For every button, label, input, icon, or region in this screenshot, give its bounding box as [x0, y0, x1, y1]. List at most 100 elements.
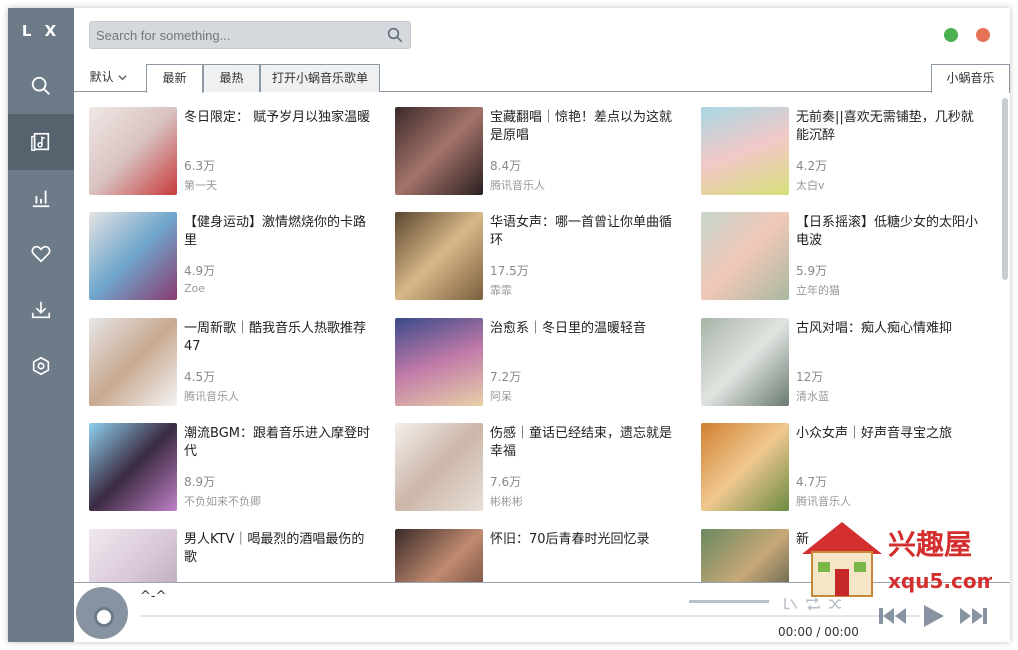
previous-icon[interactable]	[878, 605, 908, 627]
list-item[interactable]: 怀旧：70后青春时光回忆录	[395, 529, 695, 582]
list-item[interactable]: 男人KTV｜喝最烈的酒唱最伤的歌	[89, 529, 389, 582]
play-count: 4.2万	[796, 159, 828, 173]
search-icon[interactable]	[386, 26, 404, 44]
cover-image	[89, 318, 177, 406]
cover-image	[89, 529, 177, 582]
nav-songlist[interactable]	[8, 114, 74, 170]
minimize-button[interactable]	[944, 28, 958, 42]
list-item-title: 【日系摇滚】低糖少女的太阳小电波	[796, 215, 979, 248]
list-item-author: 立年的猫	[796, 284, 840, 297]
tab-source[interactable]: 小蜗音乐	[931, 64, 1010, 93]
list-item-author: Zoe	[184, 282, 206, 295]
play-count: 8.9万	[184, 475, 216, 489]
cover-image	[89, 423, 177, 511]
list-item[interactable]: 宝藏翻唱｜惊艳！差点以为这就是原唱 8.4万 腾讯音乐人	[395, 107, 695, 202]
sort-dropdown[interactable]: 默认	[84, 64, 134, 92]
current-time: 00:00	[778, 625, 813, 639]
list-item-title: 宝藏翻唱｜惊艳！差点以为这就是原唱	[490, 110, 673, 143]
play-count: 6.3万	[184, 159, 216, 173]
list-item-author: 清水蓝	[796, 390, 829, 403]
list-item[interactable]: 古风对唱：痴人痴心情难抑 12万 清水蓝	[701, 318, 999, 413]
cover-image	[701, 107, 789, 195]
nav-download[interactable]	[8, 282, 74, 338]
tab-newest[interactable]: 最新	[146, 64, 203, 93]
list-item[interactable]: 华语女声：哪一首曾让你单曲循环 17.5万 霏霏	[395, 212, 695, 307]
heart-icon	[31, 245, 51, 263]
list-item[interactable]: 冬日限定： 赋予岁月以独家温暖 6.3万 第一天	[89, 107, 389, 202]
list-item-title: 无前奏||喜欢无需铺垫，几秒就能沉醉	[796, 110, 974, 143]
list-item[interactable]: 小众女声｜好声音寻宝之旅 4.7万 腾讯音乐人	[701, 423, 999, 518]
settings-icon	[32, 356, 50, 376]
next-icon[interactable]	[958, 605, 988, 627]
list-item-author: 霏霏	[490, 284, 512, 297]
list-item-title: 一周新歌｜酷我音乐人热歌推荐47	[184, 321, 367, 354]
list-item-title: 小众女声｜好声音寻宝之旅	[796, 426, 953, 441]
time-display: 00:00 / 00:00	[778, 625, 859, 639]
tab-bar: 默认 最新 最热 打开小蜗音乐歌单 小蜗音乐	[74, 64, 1010, 93]
list-item-author: 腾讯音乐人	[490, 179, 545, 192]
cover-image	[701, 212, 789, 300]
play-count: 5.9万	[796, 264, 828, 278]
nav-search[interactable]	[8, 58, 74, 114]
list-item-author: 太白v	[796, 179, 825, 192]
app-logo: L X	[21, 22, 61, 40]
list-item-title: 治愈系｜冬日里的温暖轻音	[490, 321, 647, 336]
chevron-down-icon	[118, 75, 128, 81]
cover-image	[395, 529, 483, 582]
list-item-author: 腾讯音乐人	[796, 495, 851, 508]
disc-center	[94, 607, 114, 627]
play-count: 4.5万	[184, 370, 216, 384]
music-list-icon	[31, 132, 50, 151]
list-item[interactable]: 【健身运动】激情燃烧你的卡路里 4.9万 Zoe	[89, 212, 389, 307]
play-icon[interactable]	[920, 603, 946, 629]
close-button[interactable]	[976, 28, 990, 42]
play-count: 17.5万	[490, 264, 529, 278]
nav-settings[interactable]	[8, 338, 74, 394]
cover-image	[701, 423, 789, 511]
list-item-author: 不负如来不负卿	[184, 495, 261, 508]
cover-image	[395, 318, 483, 406]
watermark-logo: 兴趣屋 xqu5.com	[802, 522, 992, 597]
volume-slider[interactable]	[689, 600, 769, 603]
cover-image	[395, 107, 483, 195]
list-item[interactable]: 一周新歌｜酷我音乐人热歌推荐47 4.5万 腾讯音乐人	[89, 318, 389, 413]
tab-hottest[interactable]: 最热	[203, 64, 260, 92]
list-item-title: 【健身运动】激情燃烧你的卡路里	[184, 215, 367, 248]
watermark-site: xqu5.com	[888, 569, 992, 593]
cover-image	[89, 107, 177, 195]
cover-image	[701, 529, 789, 582]
search-box	[89, 21, 411, 49]
search-input[interactable]	[90, 22, 380, 48]
list-item-title: 伤感｜童话已经结束，遗忘就是幸福	[490, 426, 673, 459]
play-count: 4.9万	[184, 264, 216, 278]
list-item-author: 第一天	[184, 179, 217, 192]
watermark-brand: 兴趣屋	[888, 528, 972, 561]
list-item-title: 古风对唱：痴人痴心情难抑	[796, 321, 953, 336]
sidebar: L X	[8, 8, 74, 642]
nav-favorites[interactable]	[8, 226, 74, 282]
progress-bar[interactable]	[140, 615, 920, 617]
cover-image	[395, 423, 483, 511]
scrollbar-thumb[interactable]	[1002, 98, 1008, 280]
play-count: 12万	[796, 370, 824, 384]
list-item-title: 男人KTV｜喝最烈的酒唱最伤的歌	[184, 532, 365, 565]
list-item[interactable]: 伤感｜童话已经结束，遗忘就是幸福 7.6万 彬彬彬	[395, 423, 695, 518]
bar-chart-icon	[32, 190, 50, 208]
sort-label: 默认	[89, 70, 114, 84]
time-separator: /	[816, 625, 821, 639]
list-item[interactable]: 潮流BGM：跟着音乐进入摩登时代 8.9万 不负如来不负卿	[89, 423, 389, 518]
list-item-title: 华语女声：哪一首曾让你单曲循环	[490, 215, 673, 248]
list-item[interactable]: 【日系摇滚】低糖少女的太阳小电波 5.9万 立年的猫	[701, 212, 999, 307]
tab-open-songlist[interactable]: 打开小蜗音乐歌单	[260, 64, 380, 92]
play-count: 7.2万	[490, 370, 522, 384]
play-count: 8.4万	[490, 159, 522, 173]
cover-image	[701, 318, 789, 406]
cover-image	[395, 212, 483, 300]
nav-leaderboard[interactable]	[8, 170, 74, 226]
list-item[interactable]: 治愈系｜冬日里的温暖轻音 7.2万 阿呆	[395, 318, 695, 413]
download-icon	[31, 301, 51, 319]
list-item[interactable]: 无前奏||喜欢无需铺垫，几秒就能沉醉 4.2万 太白v	[701, 107, 999, 202]
album-disc[interactable]	[76, 587, 128, 639]
songlist-grid: 冬日限定： 赋予岁月以独家温暖 6.3万 第一天 宝藏翻唱｜惊艳！差点以为这就是…	[74, 92, 999, 582]
play-count: 7.6万	[490, 475, 522, 489]
